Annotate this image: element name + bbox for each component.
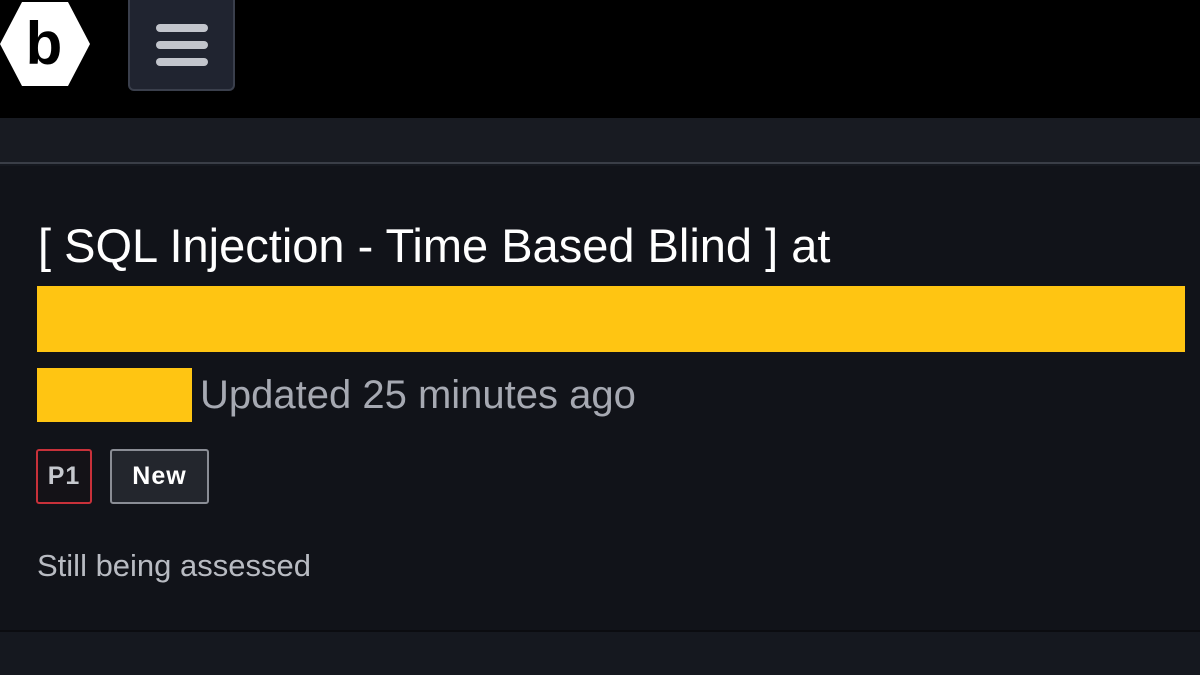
bugcrowd-logo-icon[interactable]: b [0, 0, 90, 88]
priority-badge: P1 [36, 449, 92, 504]
redacted-target-block [37, 286, 1185, 352]
submission-title[interactable]: [ SQL Injection - Time Based Blind ] at [38, 218, 830, 274]
subheader-strip [0, 118, 1200, 164]
submission-card[interactable]: [ SQL Injection - Time Based Blind ] at … [0, 166, 1200, 632]
top-navigation-bar: b [0, 0, 1200, 118]
assessment-status: Still being assessed [37, 548, 311, 583]
hamburger-menu-button[interactable] [128, 0, 235, 91]
updated-timestamp: Updated 25 minutes ago [200, 373, 636, 417]
svg-text:b: b [26, 10, 63, 77]
state-badge: New [110, 449, 209, 504]
hamburger-menu-icon [155, 23, 208, 32]
redacted-researcher-block [37, 368, 192, 422]
